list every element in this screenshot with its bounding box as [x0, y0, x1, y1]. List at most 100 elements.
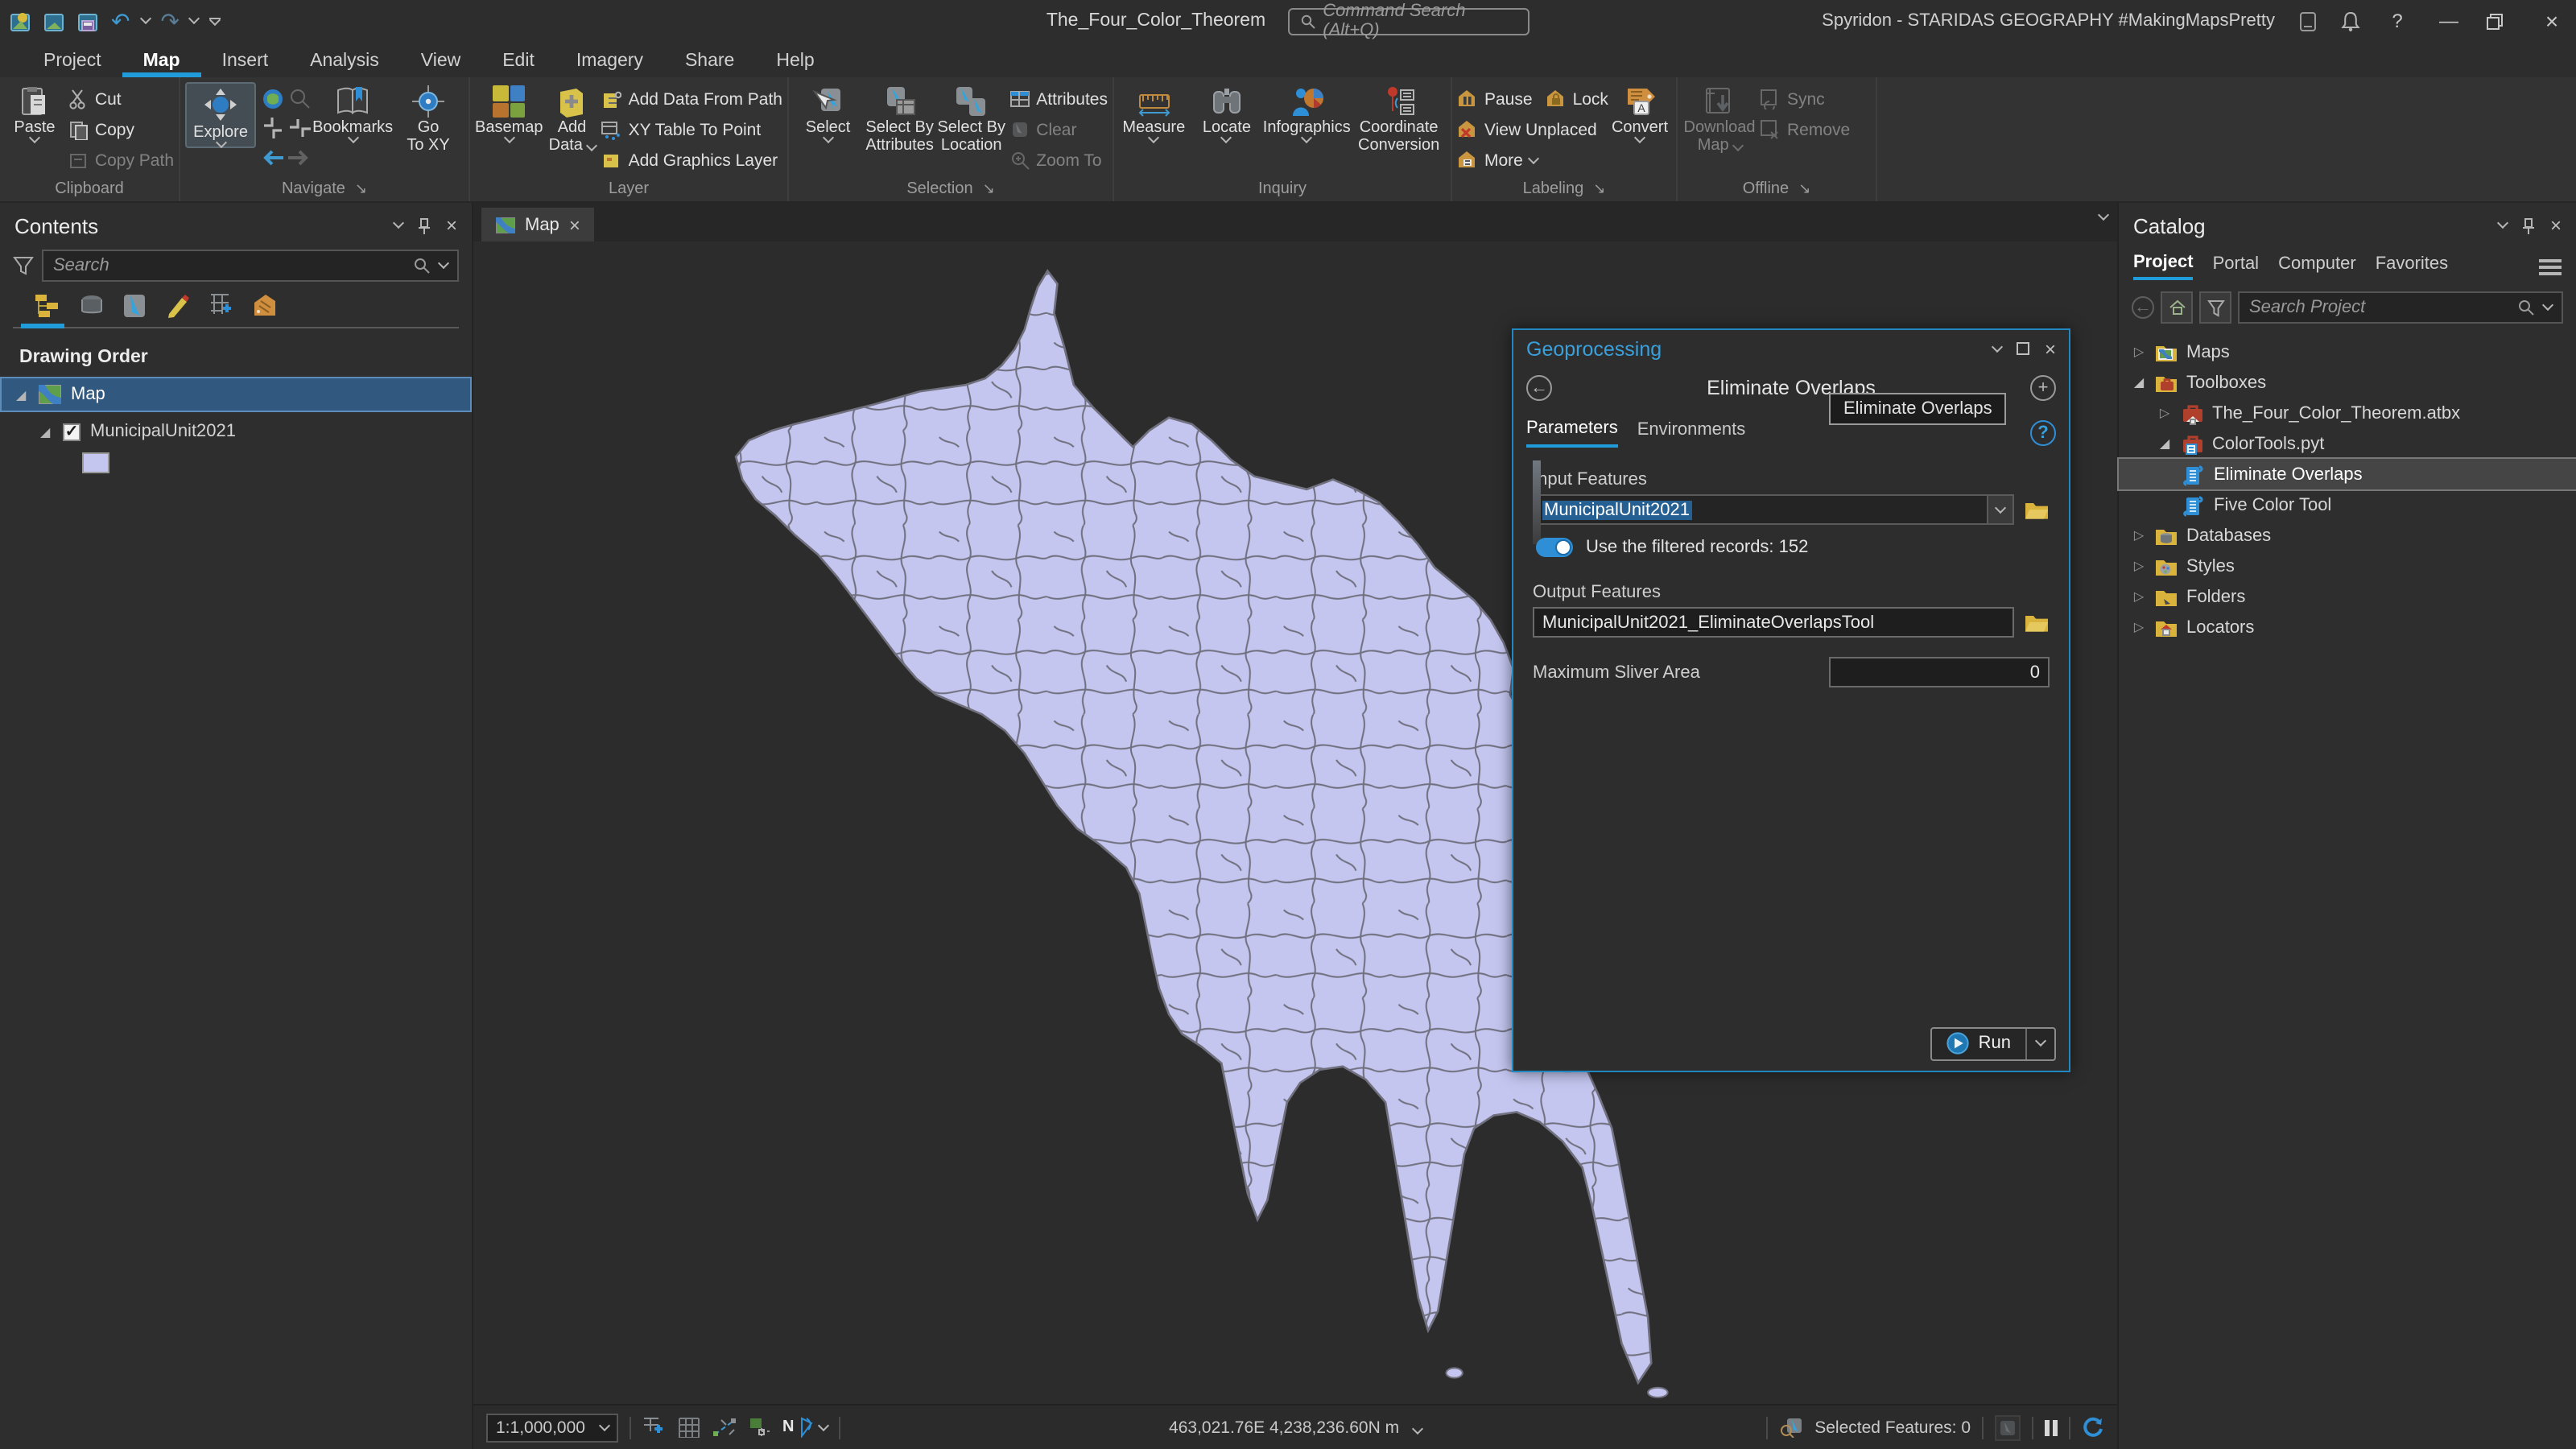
save-project-icon[interactable]: [77, 10, 100, 32]
close-tab-icon[interactable]: ×: [569, 215, 580, 234]
contents-search-input[interactable]: Search: [42, 250, 459, 282]
add-data-button[interactable]: AddData: [547, 82, 598, 155]
catalog-filter-icon[interactable]: [2199, 291, 2231, 324]
clear-selection-statusbar-icon[interactable]: [1995, 1414, 2021, 1440]
tree-item-folders[interactable]: ▷ Folders: [2119, 581, 2576, 612]
filtered-records-toggle[interactable]: [1536, 538, 1573, 557]
notifications-bell-icon[interactable]: [2341, 10, 2360, 31]
locate-button[interactable]: Locate: [1192, 82, 1262, 142]
catalog-close-icon[interactable]: ×: [2550, 216, 2562, 235]
list-by-selection-icon[interactable]: [121, 293, 150, 319]
tree-item-five-color-tool[interactable]: Five Color Tool: [2119, 489, 2576, 520]
browse-output-folder-icon[interactable]: [2024, 612, 2050, 633]
dynamic-constraints-icon[interactable]: [749, 1417, 771, 1438]
fixed-zoom-out-icon[interactable]: [287, 116, 312, 140]
tab-list-chevron[interactable]: [2098, 209, 2109, 221]
tab-environments[interactable]: Environments: [1637, 420, 1746, 446]
xy-table-to-point-button[interactable]: XY Table To Point: [601, 116, 782, 143]
list-by-editing-icon[interactable]: [164, 293, 193, 319]
catalog-back-icon[interactable]: ←: [2132, 296, 2154, 319]
clear-selection-button[interactable]: Clear: [1009, 116, 1108, 143]
add-data-dropdown-chevron[interactable]: [585, 140, 597, 151]
catalog-pin-icon[interactable]: [2521, 217, 2536, 234]
tree-item-four-color-toolbox[interactable]: ▷ The_Four_Color_Theorem.atbx: [2119, 398, 2576, 428]
redo-icon[interactable]: ↷: [160, 7, 179, 35]
output-features-input[interactable]: MunicipalUnit2021_EliminateOverlapsTool: [1533, 607, 2014, 638]
selected-features-count[interactable]: Selected Features: 0: [1814, 1418, 1971, 1437]
add-data-from-path-button[interactable]: Add Data From Path: [601, 85, 782, 113]
labeling-launcher-icon[interactable]: ↘: [1593, 180, 1605, 198]
tab-project[interactable]: Project: [23, 47, 122, 77]
catalog-search-chevron[interactable]: [2542, 299, 2553, 311]
catalog-tab-project[interactable]: Project: [2133, 253, 2194, 280]
explore-button[interactable]: Explore: [185, 82, 256, 148]
contents-search-chevron[interactable]: [438, 258, 449, 269]
layer-tree-item[interactable]: ◢ ✓ MunicipalUnit2021: [0, 415, 472, 448]
offline-launcher-icon[interactable]: ↘: [1798, 180, 1810, 198]
north-arrow-icon[interactable]: N: [782, 1417, 828, 1438]
grid-icon[interactable]: [678, 1417, 700, 1438]
help-icon[interactable]: ?: [2383, 10, 2412, 32]
filter-funnel-icon[interactable]: [13, 255, 34, 276]
snapping-toggle-icon[interactable]: [642, 1416, 667, 1439]
paste-button[interactable]: Paste: [5, 82, 64, 142]
signed-in-account[interactable]: Spyridon - STARIDAS GEOGRAPHY #MakingMap…: [1822, 11, 2275, 31]
coordinate-conversion-button[interactable]: CoordinateConversion: [1352, 82, 1446, 155]
restore-window-button[interactable]: [2486, 12, 2515, 30]
scale-dropdown[interactable]: 1:1,000,000: [486, 1413, 618, 1442]
tab-parameters[interactable]: Parameters: [1526, 419, 1618, 448]
tree-item-locators[interactable]: ▷ Locators: [2119, 612, 2576, 642]
catalog-menu-chevron[interactable]: [2497, 217, 2508, 229]
infographics-button[interactable]: Infographics: [1265, 82, 1348, 142]
list-by-data-source-icon[interactable]: [77, 293, 106, 319]
list-by-drawing-order-icon[interactable]: [34, 293, 63, 319]
map-tree-item[interactable]: ◢ Map: [0, 377, 472, 412]
tab-imagery[interactable]: Imagery: [555, 47, 664, 77]
feedback-icon[interactable]: [2297, 10, 2318, 31]
go-to-xy-button[interactable]: GoTo XY: [393, 82, 464, 155]
new-project-icon[interactable]: [10, 10, 32, 32]
full-extent-icon[interactable]: [260, 87, 284, 111]
input-features-dropdown[interactable]: [1987, 496, 2013, 523]
catalog-home-icon[interactable]: [2161, 291, 2193, 324]
basemap-button[interactable]: Basemap: [475, 82, 543, 142]
tab-share[interactable]: Share: [664, 47, 755, 77]
browse-input-folder-icon[interactable]: [2024, 499, 2050, 520]
north-arrow-chevron[interactable]: [818, 1419, 829, 1430]
remove-button[interactable]: Remove: [1760, 116, 1850, 143]
expand-triangle-icon[interactable]: ◢: [40, 424, 53, 439]
close-window-button[interactable]: ×: [2537, 8, 2566, 34]
copy-path-button[interactable]: Copy Path: [68, 147, 174, 174]
pause-labeling-button[interactable]: Pause: [1457, 85, 1533, 113]
tab-edit[interactable]: Edit: [481, 47, 555, 77]
undo-dropdown-chevron[interactable]: [139, 13, 151, 24]
tree-item-eliminate-overlaps[interactable]: Eliminate Overlaps: [2119, 459, 2576, 489]
undo-icon[interactable]: ↶: [111, 7, 130, 35]
run-options-chevron[interactable]: [2025, 1028, 2054, 1059]
catalog-tab-favorites[interactable]: Favorites: [2376, 254, 2449, 279]
tab-view[interactable]: View: [400, 47, 481, 77]
select-by-attributes-button[interactable]: Select ByAttributes: [865, 82, 934, 155]
bookmarks-button[interactable]: Bookmarks: [316, 82, 390, 142]
navigate-launcher-icon[interactable]: ↘: [355, 180, 367, 198]
cut-button[interactable]: Cut: [68, 85, 174, 113]
command-search-input[interactable]: Command Search (Alt+Q): [1288, 7, 1530, 35]
edit-vertices-icon[interactable]: [712, 1417, 737, 1438]
select-by-location-button[interactable]: Select ByLocation: [937, 82, 1005, 155]
open-project-icon[interactable]: [43, 10, 66, 32]
tab-analysis[interactable]: Analysis: [289, 47, 400, 77]
contents-menu-chevron[interactable]: [393, 217, 404, 229]
select-button[interactable]: Select: [794, 82, 862, 142]
zoom-to-selection-icon[interactable]: [287, 87, 312, 111]
tree-item-colortools-pyt[interactable]: ◢ ColorTools.pyt: [2119, 428, 2576, 459]
selection-launcher-icon[interactable]: ↘: [983, 180, 995, 198]
fixed-zoom-in-icon[interactable]: [260, 116, 284, 140]
more-labeling-chevron[interactable]: [1528, 152, 1539, 163]
coordinates-chevron[interactable]: [1412, 1422, 1423, 1434]
tree-item-maps[interactable]: ▷ Maps: [2119, 336, 2576, 367]
list-by-labeling-icon[interactable]: [251, 293, 280, 319]
geoprocessing-close-icon[interactable]: ×: [2045, 339, 2056, 358]
previous-extent-icon[interactable]: [259, 147, 285, 167]
tab-help[interactable]: Help: [755, 47, 835, 77]
contents-pin-icon[interactable]: [417, 217, 431, 234]
